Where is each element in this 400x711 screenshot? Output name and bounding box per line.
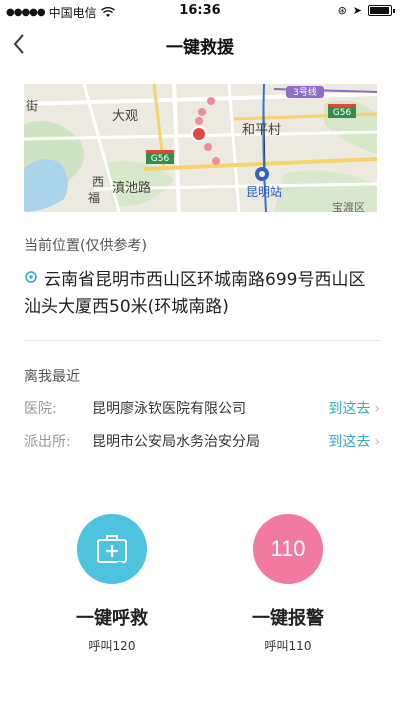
map-label-g56-mid: G56 [151,154,170,164]
divider [24,340,380,341]
nearby-value: 昆明市公安局水务治安分局 [92,434,260,450]
go-there-link[interactable]: 到这去 › [328,431,380,451]
current-location-marker [191,126,207,142]
police-subtitle: 呼叫110 [264,639,312,653]
status-bar: ●●●●● 中国电信 16:36 ⊛ ➤ [0,0,400,22]
map-label-g56-right: G56 [333,108,352,118]
battery-icon [368,5,395,16]
police-title: 一键报警 [252,608,324,629]
location-arrow-icon: ➤ [352,4,362,17]
nearby-value: 昆明廖泳钦医院有限公司 [92,401,246,417]
nearby-title: 离我最近 [24,369,80,385]
map-view[interactable]: 3号线 G56 G56 大观 和平村 滇池路 昆明站 西 福 街 宝渡区 [24,84,377,212]
go-there-label: 到这去 [328,434,371,450]
chevron-right-icon: › [374,434,380,450]
map-graphic: 3号线 G56 G56 大观 和平村 滇池路 昆明站 西 福 街 宝渡区 [24,84,377,212]
map-label-jie: 街 [26,99,38,113]
nearby-row-police[interactable]: 派出所: 昆明市公安局水务治安分局 到这去 › [24,429,380,453]
location-address: 云南省昆明市西山区环城南路699号西山区汕头大厦西50米(环城南路) [24,270,366,317]
go-there-link[interactable]: 到这去 › [328,398,380,418]
police-button[interactable]: 110 [253,514,323,584]
map-label-line3: 3号线 [293,86,317,98]
status-right: ⊛ ➤ [337,4,395,17]
rescue-title: 一键呼救 [76,608,148,629]
map-label-xi: 西 [92,175,104,189]
map-label-daguan: 大观 [112,109,138,124]
map-label-fu: 福 [88,190,100,205]
map-label-dianchi: 滇池路 [112,180,151,196]
map-label-district: 宝渡区 [332,200,365,212]
rescue-action[interactable]: 一键呼救 呼叫120 [42,514,182,664]
location-label: 当前位置(仅供参考) [24,238,147,254]
police-action[interactable]: 110 一键报警 呼叫110 [218,514,358,664]
nearby-key: 派出所: [24,434,71,450]
map-label-heping: 和平村 [242,123,281,138]
medical-kit-icon [97,535,127,565]
page-title: 一键救援 [166,38,234,58]
police-number: 110 [270,536,306,561]
nav-bar: 一键救援 [0,22,400,66]
map-label-station: 昆明站 [246,185,282,199]
go-there-label: 到这去 [328,401,371,417]
rescue-subtitle: 呼叫120 [88,639,136,653]
nearby-row-hospital[interactable]: 医院: 昆明廖泳钦医院有限公司 到这去 › [24,396,380,420]
orientation-lock-icon: ⊛ [337,4,347,17]
chevron-right-icon: › [374,401,380,417]
nearby-key: 医院: [24,401,57,417]
rescue-button[interactable] [77,514,147,584]
